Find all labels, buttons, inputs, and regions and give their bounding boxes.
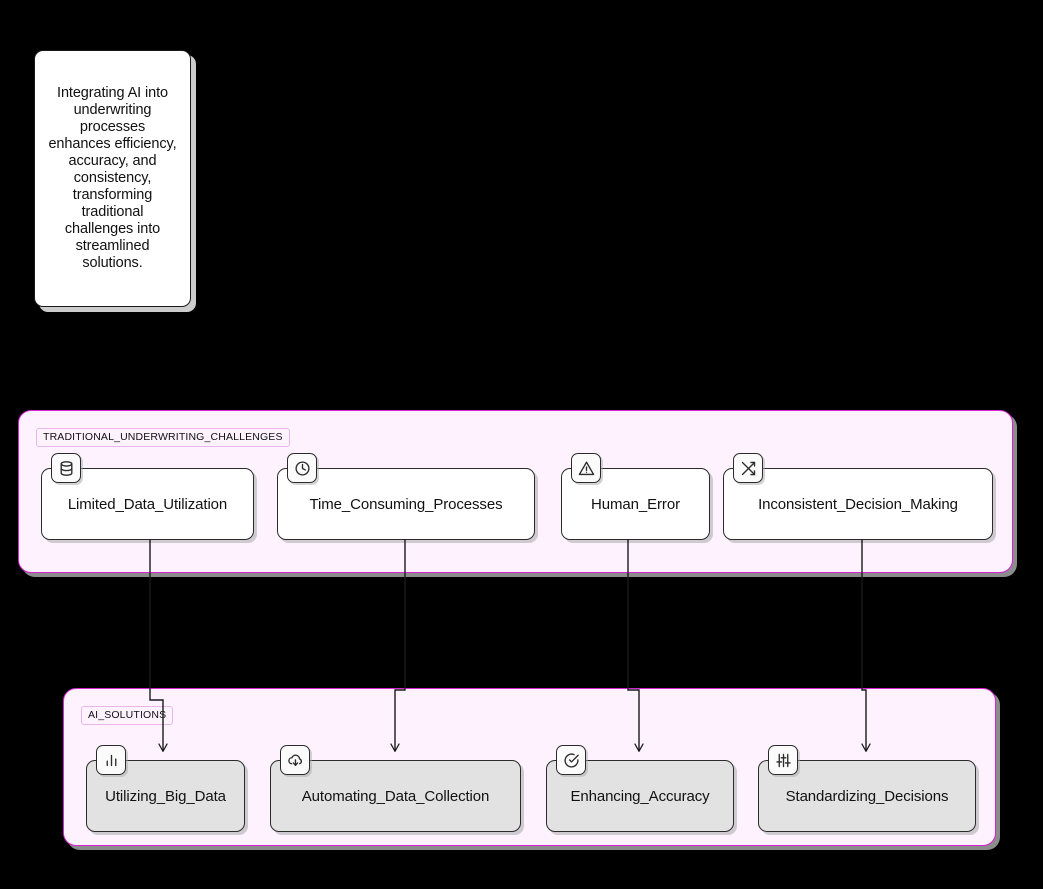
cloud-download-icon	[280, 745, 310, 775]
node-label: Utilizing_Big_Data	[105, 787, 226, 805]
note-card: Integrating AI into underwriting process…	[34, 50, 191, 307]
node-utilizing-big-data[interactable]: Utilizing_Big_Data	[86, 745, 245, 832]
database-icon	[51, 453, 81, 483]
bar-chart-icon	[96, 745, 126, 775]
clock-icon	[287, 453, 317, 483]
diagram-canvas: Integrating AI into underwriting process…	[0, 0, 1043, 889]
node-label: Enhancing_Accuracy	[570, 787, 710, 805]
check-circle-icon	[556, 745, 586, 775]
node-human-error[interactable]: Human_Error	[561, 453, 710, 540]
node-time-consuming-processes[interactable]: Time_Consuming_Processes	[277, 453, 535, 540]
shuffle-icon	[733, 453, 763, 483]
node-limited-data-utilization[interactable]: Limited_Data_Utilization	[41, 453, 254, 540]
node-automating-data-collection[interactable]: Automating_Data_Collection	[270, 745, 521, 832]
sliders-icon	[768, 745, 798, 775]
node-standardizing-decisions[interactable]: Standardizing_Decisions	[758, 745, 976, 832]
node-label: Limited_Data_Utilization	[67, 495, 228, 513]
subgraph-label-traditional-underwriting-challenges: TRADITIONAL_UNDERWRITING_CHALLENGES	[36, 428, 290, 447]
node-enhancing-accuracy[interactable]: Enhancing_Accuracy	[546, 745, 734, 832]
node-label: Time_Consuming_Processes	[309, 495, 503, 513]
note-card-text: Integrating AI into underwriting process…	[48, 85, 177, 271]
subgraph-traditional-underwriting-challenges: TRADITIONAL_UNDERWRITING_CHALLENGES Limi…	[18, 410, 1013, 573]
warning-triangle-icon	[571, 453, 601, 483]
node-label: Human_Error	[591, 495, 680, 513]
node-inconsistent-decision-making[interactable]: Inconsistent_Decision_Making	[723, 453, 993, 540]
node-label: Standardizing_Decisions	[785, 787, 949, 805]
node-label: Inconsistent_Decision_Making	[758, 495, 958, 513]
node-label: Automating_Data_Collection	[301, 787, 490, 805]
subgraph-label-ai-solutions: AI_SOLUTIONS	[81, 706, 174, 725]
subgraph-ai-solutions: AI_SOLUTIONS Utilizing_Big_Data Automati…	[63, 688, 996, 846]
